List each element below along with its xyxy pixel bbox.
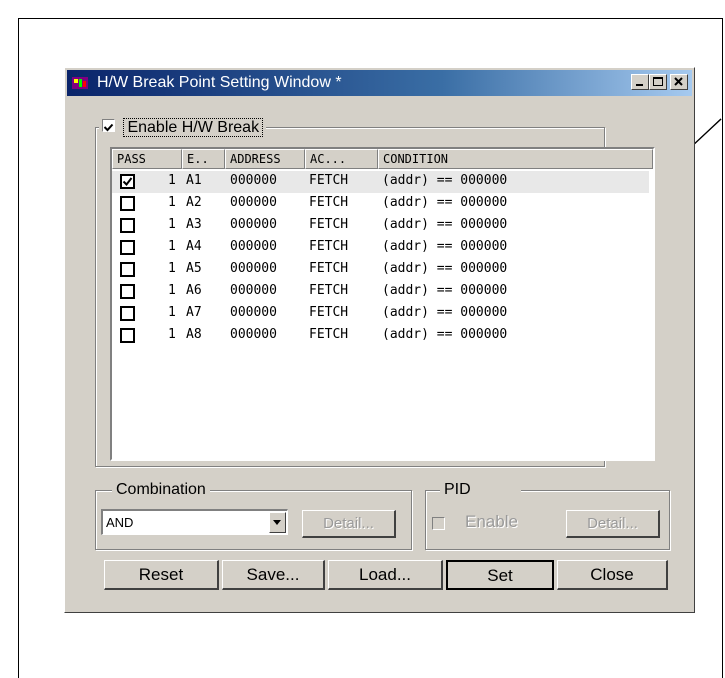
pid-label: PID (440, 481, 521, 499)
row-access: FETCH (309, 261, 349, 276)
row-event: A3 (186, 217, 202, 232)
row-address: 000000 (230, 283, 277, 298)
row-access: FETCH (309, 283, 349, 298)
window-title: H/W Break Point Setting Window * (97, 74, 342, 91)
row-address: 000000 (230, 305, 277, 320)
combination-detail-button[interactable]: Detail... (302, 510, 396, 538)
row-condition: (addr) == 000000 (382, 239, 508, 254)
combination-label: Combination (112, 481, 210, 499)
row-condition: (addr) == 000000 (382, 305, 508, 320)
table-row[interactable]: 1 A2 000000 FETCH (addr) == 000000 (112, 193, 649, 215)
row-pass-checkbox[interactable] (120, 284, 135, 299)
checkmark-icon (103, 124, 114, 132)
row-condition: (addr) == 000000 (382, 173, 508, 188)
checkmark-icon (122, 177, 133, 187)
maximize-button[interactable] (649, 74, 667, 90)
minimize-icon (636, 84, 643, 86)
row-access: FETCH (309, 305, 349, 320)
minimize-button[interactable] (631, 74, 649, 90)
column-header-condition[interactable]: CONDITION (378, 149, 653, 169)
row-address: 000000 (230, 195, 277, 210)
row-address: 000000 (230, 173, 277, 188)
table-row[interactable]: 1 A6 000000 FETCH (addr) == 000000 (112, 281, 649, 303)
row-pass-checkbox[interactable] (120, 174, 135, 189)
row-pass-count: 1 (168, 327, 176, 342)
row-pass-count: 1 (168, 261, 176, 276)
chevron-down-icon (273, 520, 281, 525)
maximize-icon (653, 77, 663, 86)
row-access: FETCH (309, 239, 349, 254)
table-row[interactable]: 1 A3 000000 FETCH (addr) == 000000 (112, 215, 649, 237)
row-pass-checkbox[interactable] (120, 306, 135, 321)
combination-value: AND (106, 515, 134, 530)
reset-button[interactable]: Reset (104, 560, 219, 590)
row-pass-count: 1 (168, 173, 176, 188)
row-access: FETCH (309, 173, 349, 188)
row-pass-checkbox[interactable] (120, 196, 135, 211)
table-row[interactable]: 1 A4 000000 FETCH (addr) == 000000 (112, 237, 649, 259)
row-event: A7 (186, 305, 202, 320)
row-event: A1 (186, 173, 202, 188)
column-header-access[interactable]: AC... (305, 149, 378, 169)
set-button[interactable]: Set (446, 560, 554, 590)
enable-hw-break-checkbox[interactable] (102, 119, 115, 133)
row-pass-count: 1 (168, 305, 176, 320)
row-event: A4 (186, 239, 202, 254)
enable-hw-break-checkbox-wrap[interactable]: Enable H/W Break (99, 118, 267, 140)
load-button[interactable]: Load... (328, 560, 443, 590)
row-event: A8 (186, 327, 202, 342)
table-row[interactable]: 1 A5 000000 FETCH (addr) == 000000 (112, 259, 649, 281)
combination-select[interactable]: AND (101, 509, 288, 535)
pid-enable-label: Enable (465, 512, 518, 531)
row-pass-count: 1 (168, 217, 176, 232)
column-header-address[interactable]: ADDRESS (225, 149, 305, 169)
breakpoint-list[interactable]: PASS E.. ADDRESS AC... CONDITION 1 A1 0000… (110, 147, 655, 461)
combination-dropdown-button[interactable] (269, 512, 286, 533)
row-pass-checkbox[interactable] (120, 218, 135, 233)
title-bar[interactable]: H/W Break Point Setting Window * (67, 70, 692, 96)
app-icon (72, 77, 88, 89)
row-condition: (addr) == 000000 (382, 195, 508, 210)
close-window-button[interactable] (670, 74, 688, 90)
row-address: 000000 (230, 217, 277, 232)
table-row[interactable]: 1 A8 000000 FETCH (addr) == 000000 (112, 325, 649, 347)
pid-enable-checkbox[interactable] (432, 517, 445, 530)
row-pass-count: 1 (168, 239, 176, 254)
row-pass-count: 1 (168, 195, 176, 210)
row-event: A6 (186, 283, 202, 298)
close-button[interactable]: Close (557, 560, 668, 590)
table-row[interactable]: 1 A1 000000 FETCH (addr) == 000000 (112, 171, 649, 193)
column-header-pass[interactable]: PASS (112, 149, 182, 169)
row-access: FETCH (309, 327, 349, 342)
row-pass-checkbox[interactable] (120, 262, 135, 277)
row-condition: (addr) == 000000 (382, 327, 508, 342)
save-button[interactable]: Save... (222, 560, 325, 590)
row-address: 000000 (230, 327, 277, 342)
row-address: 000000 (230, 239, 277, 254)
row-event: A5 (186, 261, 202, 276)
row-address: 000000 (230, 261, 277, 276)
column-header-event[interactable]: E.. (182, 149, 225, 169)
enable-hw-break-label: Enable H/W Break (123, 118, 264, 137)
row-access: FETCH (309, 195, 349, 210)
row-pass-checkbox[interactable] (120, 328, 135, 343)
row-condition: (addr) == 000000 (382, 283, 508, 298)
row-event: A2 (186, 195, 202, 210)
row-pass-count: 1 (168, 283, 176, 298)
row-condition: (addr) == 000000 (382, 217, 508, 232)
close-icon (674, 77, 683, 86)
pid-detail-button[interactable]: Detail... (566, 510, 660, 538)
row-access: FETCH (309, 217, 349, 232)
row-condition: (addr) == 000000 (382, 261, 508, 276)
row-pass-checkbox[interactable] (120, 240, 135, 255)
table-row[interactable]: 1 A7 000000 FETCH (addr) == 000000 (112, 303, 649, 325)
